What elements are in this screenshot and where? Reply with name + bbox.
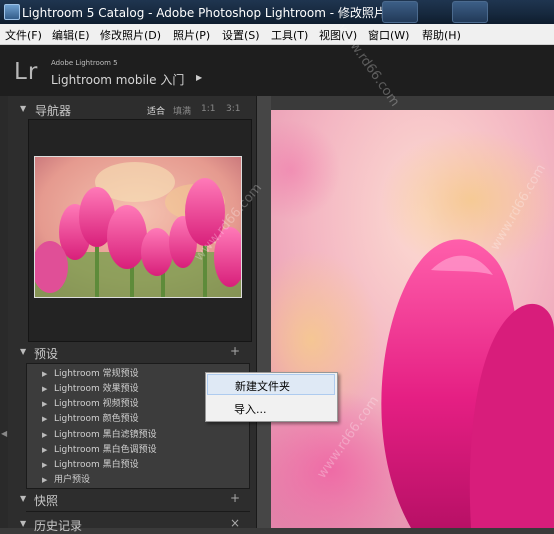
preset-folder[interactable]: ▶ 用户预设 xyxy=(42,472,90,487)
menu-file[interactable]: 文件(F) xyxy=(5,27,42,43)
preset-folder[interactable]: ▶ Lightroom 视频预设 xyxy=(42,396,139,411)
triangle-right-icon: ▶ xyxy=(42,385,48,393)
plus-icon[interactable]: + xyxy=(230,491,240,505)
menu-tools[interactable]: 工具(T) xyxy=(271,27,308,43)
preset-folder[interactable]: ▶ Lightroom 黑白预设 xyxy=(42,457,139,472)
triangle-down-icon[interactable]: ▼ xyxy=(20,104,26,113)
triangle-right-icon: ▶ xyxy=(42,461,48,469)
panel-divider xyxy=(26,511,250,512)
window-titlebar: Lightroom 5 Catalog - Adobe Photoshop Li… xyxy=(0,0,554,24)
context-menu-new-folder[interactable]: 新建文件夹 xyxy=(207,374,335,395)
triangle-right-icon: ▶ xyxy=(42,431,48,439)
preset-folder[interactable]: ▶ Lightroom 黑白色调预设 xyxy=(42,442,157,457)
triangle-right-icon: ▶ xyxy=(42,476,48,484)
triangle-right-icon[interactable]: ▶ xyxy=(196,73,202,82)
navigator-thumbnail-image xyxy=(32,157,246,297)
preset-folder[interactable]: ▶ Lightroom 黑白滤镜预设 xyxy=(42,427,157,442)
app-icon xyxy=(4,4,20,20)
preset-folder[interactable]: ▶ Lightroom 常规预设 xyxy=(42,366,139,381)
snapshots-title: 快照 xyxy=(34,494,59,508)
menu-help[interactable]: 帮助(H) xyxy=(422,27,461,43)
mobile-link[interactable]: Lightroom mobile 入门 xyxy=(51,71,184,88)
triangle-right-icon: ▶ xyxy=(42,415,48,423)
menu-settings[interactable]: 设置(S) xyxy=(222,27,260,43)
main-photo[interactable] xyxy=(271,110,554,528)
collapse-left-icon[interactable]: ◀ xyxy=(1,429,7,438)
main-photo-image xyxy=(271,110,554,528)
menu-photo[interactable]: 照片(P) xyxy=(173,27,210,43)
menu-window[interactable]: 窗口(W) xyxy=(368,27,409,43)
presets-header[interactable]: ▼ 预设 + xyxy=(20,344,248,362)
identity-plate: Lr Adobe Lightroom 5 Lightroom mobile 入门… xyxy=(0,45,554,96)
menu-develop[interactable]: 修改照片(D) xyxy=(100,27,161,43)
menu-bar: 文件(F) 编辑(E) 修改照片(D) 照片(P) 设置(S) 工具(T) 视图… xyxy=(0,24,554,45)
context-menu-import[interactable]: 导入... xyxy=(207,398,335,419)
left-panel-edge[interactable]: ◀ xyxy=(0,96,8,528)
canvas-background xyxy=(257,96,271,528)
lightroom-logo: Lr xyxy=(14,59,39,85)
window-title: Lightroom 5 Catalog - Adobe Photoshop Li… xyxy=(22,6,386,20)
navigator-thumbnail[interactable] xyxy=(32,156,246,298)
navigator-option-1to1[interactable]: 1:1 xyxy=(201,104,215,114)
product-line: Adobe Lightroom 5 xyxy=(51,59,118,67)
triangle-right-icon: ▶ xyxy=(42,446,48,454)
minimize-button[interactable] xyxy=(382,1,418,23)
maximize-button[interactable] xyxy=(452,1,488,23)
snapshots-header[interactable]: ▼ 快照 + xyxy=(20,491,248,509)
menu-edit[interactable]: 编辑(E) xyxy=(52,27,90,43)
triangle-right-icon: ▶ xyxy=(42,370,48,378)
triangle-down-icon[interactable]: ▼ xyxy=(20,347,26,356)
plus-icon[interactable]: + xyxy=(230,344,240,358)
triangle-down-icon[interactable]: ▼ xyxy=(20,494,26,503)
navigator-option-3to1[interactable]: 3:1 xyxy=(226,104,240,114)
panel-divider xyxy=(26,488,250,489)
triangle-right-icon: ▶ xyxy=(42,400,48,408)
presets-title: 预设 xyxy=(34,347,59,361)
triangle-down-icon[interactable]: ▼ xyxy=(20,519,26,528)
history-title: 历史记录 xyxy=(34,519,83,533)
navigator-option-fit[interactable]: 适合 xyxy=(147,104,165,117)
history-header[interactable]: ▼ 历史记录 × xyxy=(20,516,248,534)
context-menu: 新建文件夹 导入... xyxy=(205,372,338,422)
navigator-option-fill[interactable]: 填满 xyxy=(173,104,191,117)
navigator-title: 导航器 xyxy=(35,104,72,118)
preset-folder[interactable]: ▶ Lightroom 效果预设 xyxy=(42,381,139,396)
preset-folder[interactable]: ▶ Lightroom 颜色预设 xyxy=(42,411,139,426)
